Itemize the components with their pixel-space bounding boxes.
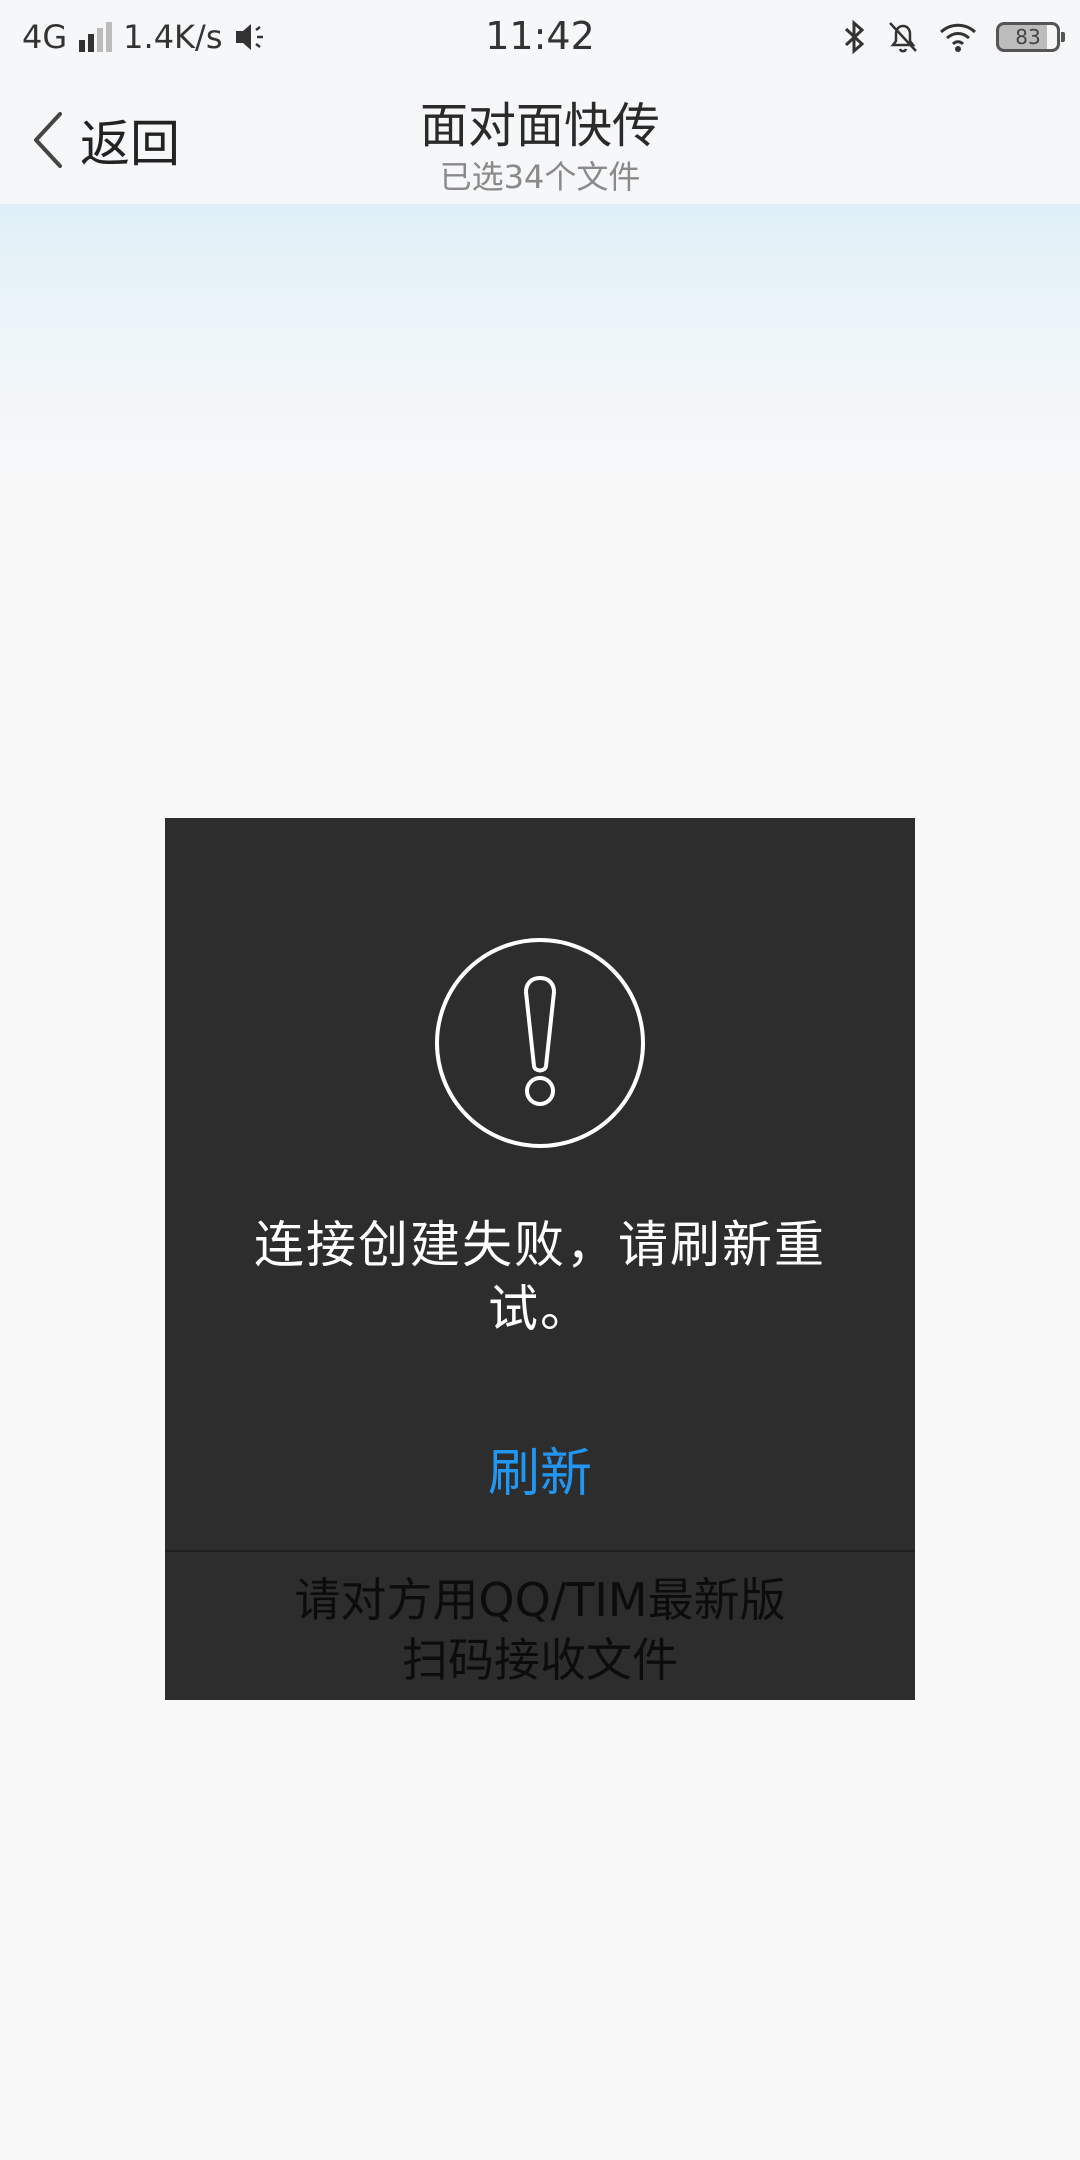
error-message-line1: 连接创建失败，请刷新重 [254, 1216, 826, 1274]
nav-bar: 返回 面对面快传 已选34个文件 [0, 74, 1080, 204]
page-subtitle: 已选34个文件 [439, 158, 641, 196]
error-message-line2: 试。 [488, 1280, 592, 1338]
header-gradient-background [0, 204, 1080, 484]
warning-icon [435, 938, 645, 1148]
scan-hint-line2: 扫码接收文件 [402, 1633, 678, 1687]
dialog-divider [165, 1550, 915, 1552]
notifications-off-icon [889, 22, 917, 53]
status-bar: 4G 1.4K/s 11:42 83 [0, 0, 1080, 74]
scan-hint-line1: 请对方用QQ/TIM最新版 [294, 1573, 786, 1627]
error-message: 连接创建失败，请刷新重 试。 [205, 1213, 875, 1341]
page-title: 面对面快传 [419, 98, 660, 154]
battery-level: 83 [1015, 25, 1041, 49]
battery-icon: 83 [996, 22, 1065, 52]
error-dialog: 连接创建失败，请刷新重 试。 刷新 请对方用QQ/TIM最新版 扫码接收文件 [165, 818, 915, 1700]
wifi-icon [939, 23, 977, 52]
refresh-button[interactable]: 刷新 [390, 1418, 690, 1518]
scan-hint: 请对方用QQ/TIM最新版 扫码接收文件 [165, 1570, 915, 1690]
status-right: 83 [842, 16, 1065, 58]
bluetooth-icon [844, 19, 865, 55]
